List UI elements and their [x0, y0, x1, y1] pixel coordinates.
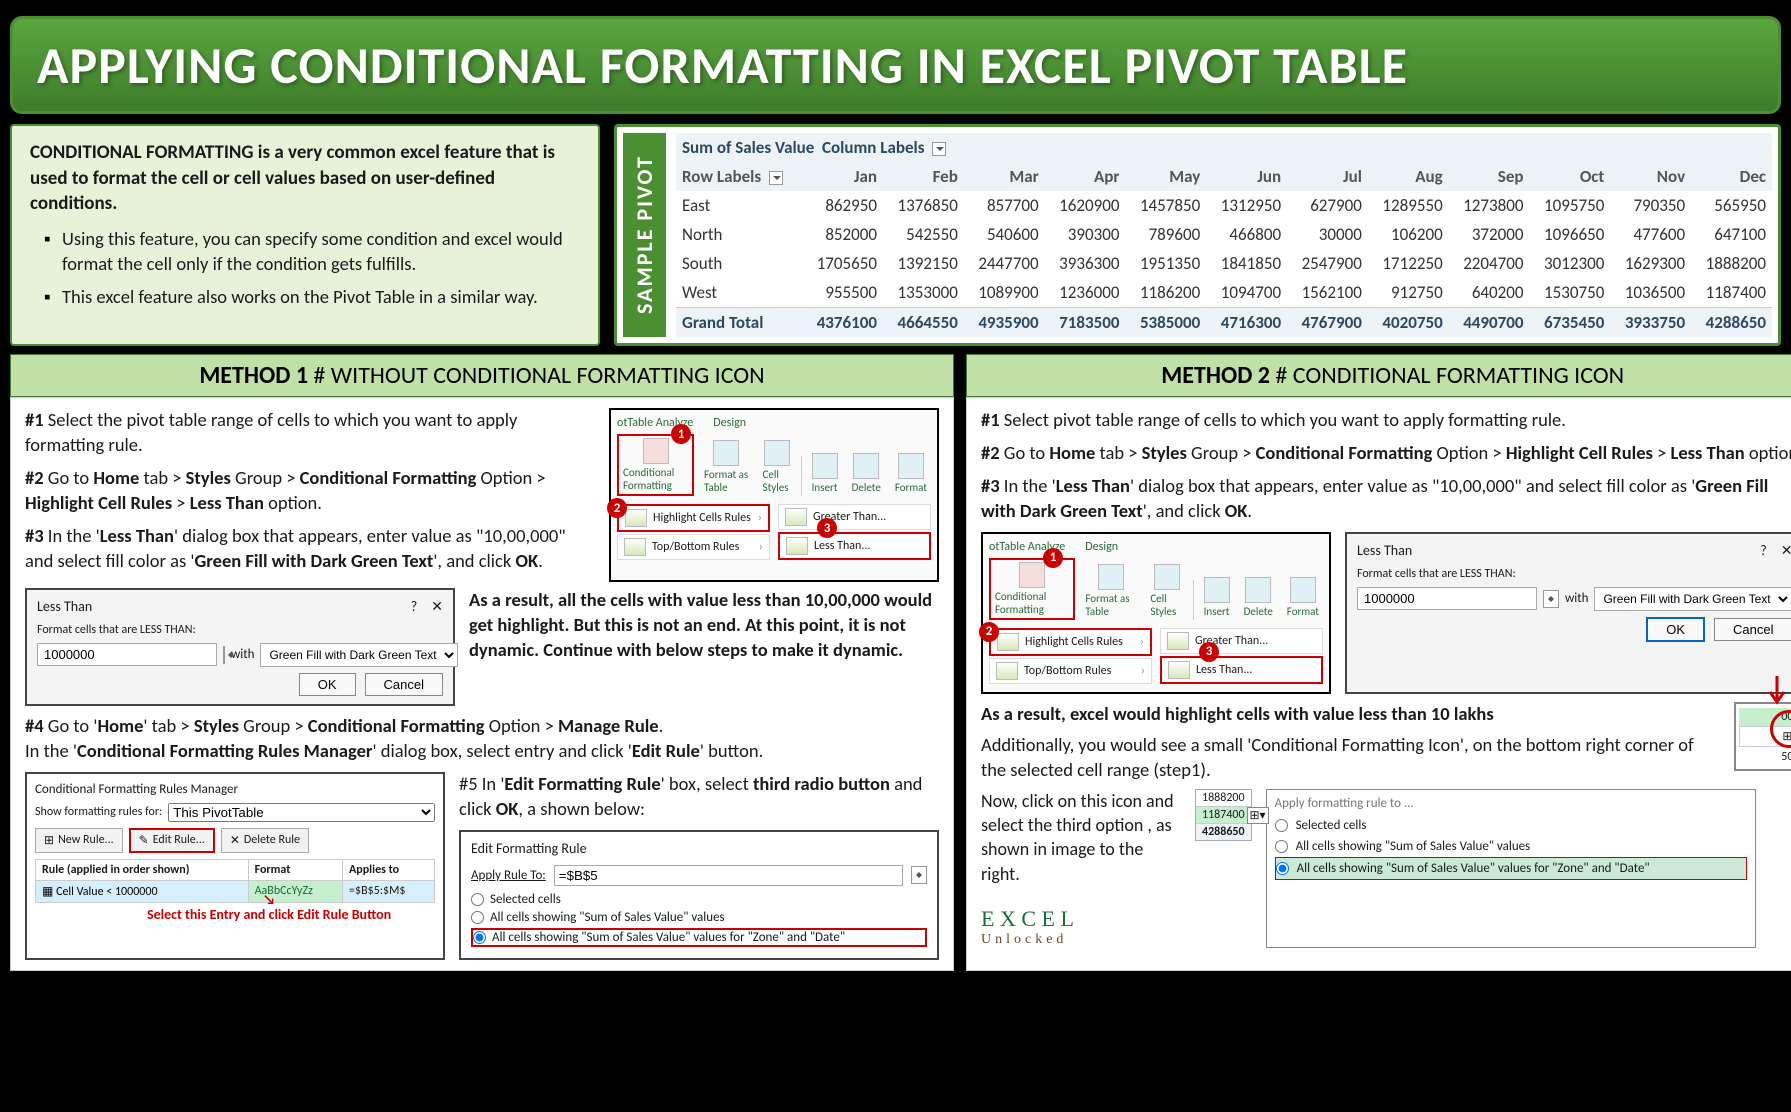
cf-icon-thumbnail: 00 ⊞ 50 — [1734, 702, 1791, 771]
cf-smart-icon[interactable]: ⊞▾ — [1247, 807, 1269, 824]
pivot-table: Sum of Sales Value Column Labels Row Lab… — [676, 133, 1772, 337]
pivot-row: East862950137685085770016209001457850131… — [676, 191, 1772, 220]
m2-callout-3: 3 — [1199, 642, 1219, 662]
callout-2: 2 — [607, 498, 627, 518]
callout-1: 1 — [671, 424, 691, 444]
rules-manager-dialog: Conditional Formatting Rules Manager Sho… — [25, 772, 445, 960]
sample-pivot-panel: SAMPLE PIVOT Sum of Sales Value Column L… — [614, 124, 1781, 346]
less-than-value-input-m2[interactable] — [1357, 587, 1537, 610]
pivot-row: West955500135300010899001236000118620010… — [676, 278, 1772, 308]
intro-lead: CONDITIONAL FORMATTING is a very common … — [30, 140, 580, 217]
m2-result-b: Additionally, you would see a small 'Con… — [981, 733, 1722, 783]
ribbon-cf-m2[interactable]: Conditional Formatting — [989, 558, 1075, 620]
apply-opt1[interactable]: Selected cells — [1275, 815, 1747, 836]
pivot-row: North85200054255054060039030078960046680… — [676, 220, 1772, 249]
menu-tbr-m2[interactable]: Top/Bottom Rules› — [989, 658, 1152, 684]
excel-unlocked-logo: E X C E LUnlocked — [981, 906, 1181, 948]
intro-bullet-2: This excel feature also works on the Piv… — [44, 285, 580, 310]
delete-rule-button[interactable]: ✕ Delete Rule — [221, 828, 309, 853]
intro-bullet-1: Using this feature, you can specify some… — [44, 227, 580, 277]
m2-step1: #1 Select pivot table range of cells to … — [981, 408, 1791, 433]
apply-opt2[interactable]: All cells showing "Sum of Sales Value" v… — [1275, 836, 1747, 857]
apply-opt3[interactable]: All cells showing "Sum of Sales Value" v… — [1275, 857, 1747, 880]
apply-rule-popup: Apply formatting rule to ... Selected ce… — [1266, 789, 1756, 948]
ribbon-delete[interactable]: Delete — [848, 451, 885, 496]
ribbon-figure-m2: otTable AnalyzeDesign Conditional Format… — [981, 532, 1331, 694]
menu-less-than[interactable]: Less Than... — [778, 532, 931, 560]
edit-rule-opt3[interactable]: All cells showing "Sum of Sales Value" v… — [471, 928, 927, 947]
red-arrow-icon — [1762, 674, 1791, 710]
edit-formatting-rule-dialog: Edit Formatting Rule Apply Rule To: Sele… — [459, 830, 939, 960]
less-than-format-select-m2[interactable]: Green Fill with Dark Green Text — [1594, 587, 1791, 611]
edit-rule-button[interactable]: ✎ Edit Rule... — [129, 828, 215, 853]
pivot-row: Grand Total43761004664550493590071835005… — [676, 308, 1772, 338]
selected-cells-preview: 1888200 1187400 ⊞▾ 4288650 — [1195, 789, 1252, 841]
m2-result-c: Now, click on this icon and select the t… — [981, 789, 1181, 886]
less-than-value-input[interactable] — [37, 643, 217, 666]
ok-button-m2[interactable]: OK — [1646, 617, 1705, 642]
m2-result-a: As a result, excel would highlight cells… — [981, 702, 1722, 727]
intro-box: CONDITIONAL FORMATTING is a very common … — [10, 124, 600, 346]
m1-step1: #1 Select the pivot table range of cells… — [25, 408, 595, 458]
title-banner: APPLYING CONDITIONAL FORMATTING IN EXCEL… — [10, 16, 1781, 114]
ribbon-ins-m2[interactable]: Insert — [1200, 575, 1234, 620]
edit-rule-opt2[interactable]: All cells showing "Sum of Sales Value" v… — [471, 910, 927, 925]
m2-step3: #3 In the 'Less Than' dialog box that ap… — [981, 474, 1791, 524]
ribbon-insert[interactable]: Insert — [808, 451, 842, 496]
ribbon-fmt-m2[interactable]: Format — [1283, 575, 1323, 620]
less-than-format-select[interactable]: Green Fill with Dark Green Text — [260, 643, 458, 667]
column-dropdown-icon[interactable] — [932, 142, 946, 156]
cancel-button-m2[interactable]: Cancel — [1714, 618, 1791, 641]
page-title: APPLYING CONDITIONAL FORMATTING IN EXCEL… — [37, 33, 1754, 97]
edit-rule-opt1[interactable]: Selected cells — [471, 892, 927, 907]
sample-pivot-label: SAMPLE PIVOT — [623, 133, 666, 337]
rules-scope-select[interactable]: This PivotTable — [168, 803, 435, 822]
less-than-dialog-m1: Less Than?✕ Format cells that are LESS T… — [25, 588, 455, 706]
m1-result-note: As a result, all the cells with value le… — [469, 588, 939, 706]
method2-header: METHOD 2 # CONDITIONAL FORMATTING ICON — [966, 354, 1791, 397]
ribbon-format-as-table[interactable]: Format as Table — [700, 438, 753, 496]
ok-button[interactable]: OK — [299, 673, 356, 696]
menu-highlight-cells-rules[interactable]: Highlight Cells Rules› — [617, 504, 770, 532]
ribbon-fat-m2[interactable]: Format as Table — [1081, 562, 1140, 620]
m1-step5: #5 In 'Edit Formatting Rule' box, select… — [459, 772, 939, 822]
spinner-icon[interactable] — [223, 646, 225, 664]
m2-callout-1: 1 — [1043, 548, 1063, 568]
callout-3: 3 — [817, 518, 837, 538]
ribbon-format[interactable]: Format — [891, 451, 931, 496]
ribbon-cell-styles[interactable]: Cell Styles — [759, 438, 795, 496]
spinner-icon-m2[interactable] — [1543, 590, 1559, 608]
cancel-button[interactable]: Cancel — [365, 673, 443, 696]
ribbon-del-m2[interactable]: Delete — [1240, 575, 1277, 620]
less-than-dialog-m2: Less Than?✕ Format cells that are LESS T… — [1345, 532, 1791, 694]
menu-top-bottom-rules[interactable]: Top/Bottom Rules› — [617, 534, 770, 560]
ribbon-figure-m1: otTable AnalyzeDesign Conditional Format… — [609, 408, 939, 582]
pivot-row: South17056501392150244770039363001951350… — [676, 249, 1772, 278]
m2-step2: #2 Go to Home tab > Styles Group > Condi… — [981, 441, 1791, 466]
pivot-header: Sum of Sales Value Column Labels — [676, 133, 1772, 162]
m2-callout-2: 2 — [979, 622, 999, 642]
m1-step3: #3 In the 'Less Than' dialog box that ap… — [25, 524, 595, 574]
m1-step4: #4 Go to 'Home' tab > Styles Group > Con… — [25, 714, 939, 764]
menu-hcr-m2[interactable]: Highlight Cells Rules› — [989, 628, 1152, 656]
method1-header: METHOD 1 # WITHOUT CONDITIONAL FORMATTIN… — [10, 354, 954, 397]
new-rule-button[interactable]: ⊞ New Rule... — [35, 828, 123, 853]
range-picker-icon[interactable] — [911, 866, 927, 884]
menu-greater-than[interactable]: Greater Than... — [778, 504, 931, 530]
menu-lt-m2[interactable]: Less Than... — [1160, 656, 1323, 684]
menu-gt-m2[interactable]: Greater Than... — [1160, 628, 1323, 654]
apply-rule-to-input[interactable] — [554, 865, 903, 886]
m1-step2: #2 Go to Home tab > Styles Group > Condi… — [25, 466, 595, 516]
ribbon-cs-m2[interactable]: Cell Styles — [1146, 562, 1187, 620]
